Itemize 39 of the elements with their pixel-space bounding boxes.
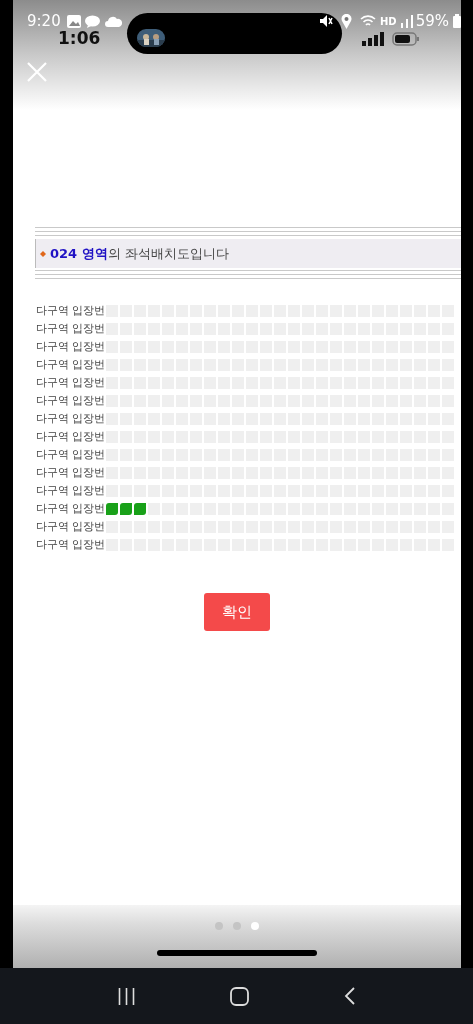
signal-icon [362, 31, 384, 46]
signal-icon [400, 14, 413, 28]
diamond-icon [40, 250, 46, 257]
row-label: 다구역 입장번 [36, 484, 106, 498]
row-label: 다구역 입장번 [36, 304, 106, 318]
seat[interactable] [134, 503, 147, 515]
banner-title: 024 영역의 좌석배치도입니다 [50, 244, 229, 263]
row-label: 다구역 입장번 [36, 502, 106, 516]
row-label: 다구역 입장번 [36, 322, 106, 336]
row-label: 다구역 입장번 [36, 394, 106, 408]
chat-bubble-icon [84, 14, 100, 28]
row-label: 다구역 입장번 [36, 538, 106, 552]
row-label: 다구역 입장번 [36, 448, 106, 462]
row-label: 다구역 입장번 [36, 466, 106, 480]
page-dot[interactable] [215, 922, 223, 930]
home-icon[interactable] [230, 986, 249, 1006]
row-label: 다구역 입장번 [36, 430, 106, 444]
page-dot[interactable] [251, 922, 259, 930]
battery-icon [453, 14, 461, 28]
wifi-icon [360, 14, 376, 28]
recent-apps-icon[interactable] [117, 987, 135, 1005]
hd-voice-label: HD [380, 15, 397, 27]
location-icon [341, 13, 352, 29]
row-label: 다구역 입장번 [36, 376, 106, 390]
battery-icon [392, 31, 420, 46]
row-label: 다구역 입장번 [36, 358, 106, 372]
status-clock: 9:20 [27, 12, 61, 30]
battery-percent: 59% [415, 12, 449, 30]
mute-icon [319, 14, 333, 28]
row-label: 다구역 입장번 [36, 520, 106, 534]
page-dot[interactable] [233, 922, 241, 930]
confirm-button[interactable]: 확인 [204, 593, 270, 631]
cloud-icon [104, 15, 122, 27]
row-label: 다구역 입장번 [36, 412, 106, 426]
back-icon[interactable] [344, 987, 356, 1005]
row-label: 다구역 입장번 [36, 340, 106, 354]
seat[interactable] [106, 503, 119, 515]
seat[interactable] [120, 503, 133, 515]
inner-clock: 1:06 [58, 27, 102, 48]
